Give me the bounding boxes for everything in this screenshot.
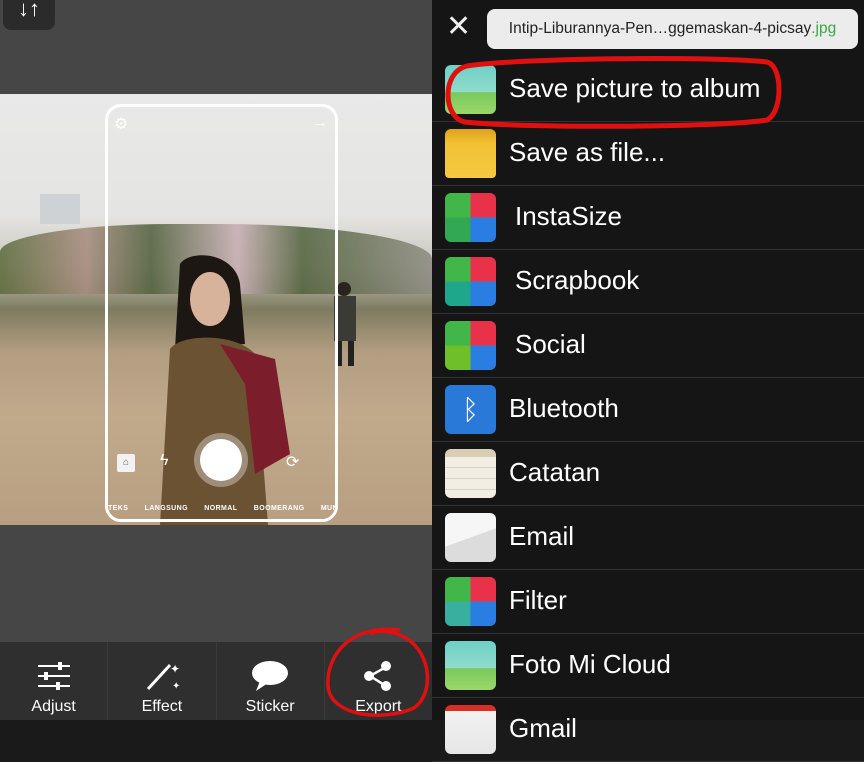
list-item-label: Social [515, 329, 586, 359]
mode-item[interactable]: TEKS [108, 505, 128, 512]
speech-bubble-icon [250, 654, 290, 698]
flash-icon[interactable]: ϟ [160, 452, 168, 470]
camera-modes: TEKS LANGSUNG NORMAL BOOMERANG MUN [108, 505, 338, 512]
export-label: Export [355, 698, 402, 715]
sticker-button[interactable]: Sticker [217, 642, 325, 720]
bluetooth-icon: ᛒ [445, 385, 496, 434]
save-as-file-item[interactable]: Save as file... [432, 122, 864, 186]
list-item-label: Scrapbook [515, 265, 640, 295]
list-item-label: Foto Mi Cloud [509, 649, 671, 679]
mode-item[interactable]: BOOMERANG [254, 505, 305, 512]
picsay-filter-icon [445, 577, 496, 626]
list-item-label: Filter [509, 585, 567, 615]
catatan-item[interactable]: Catatan [432, 442, 864, 506]
svg-text:✦: ✦ [172, 681, 180, 692]
list-item-label: Bluetooth [509, 393, 619, 423]
gallery-thumb-icon[interactable]: ⌂ [117, 454, 135, 472]
adjust-label: Adjust [31, 698, 76, 715]
share-icon [361, 654, 395, 698]
bluetooth-item[interactable]: ᛒ Bluetooth [432, 378, 864, 442]
sticker-label: Sticker [245, 698, 295, 715]
gmail-icon [445, 705, 496, 754]
email-item[interactable]: Email [432, 506, 864, 570]
bottom-toolbar: Adjust ✦ ✦ Effect Sticker Export [0, 642, 432, 720]
share-target-list: Save picture to album Save as file... In… [432, 58, 864, 762]
building-shape [40, 194, 80, 224]
social-item[interactable]: Social [432, 314, 864, 378]
export-sheet: ✕ Intip-Liburannya-Pen…ggemaskan-4-picsa… [432, 0, 864, 762]
scrapbook-item[interactable]: Scrapbook [432, 250, 864, 314]
mode-item[interactable]: LANGSUNG [145, 505, 188, 512]
email-icon [445, 513, 496, 562]
mi-cloud-item[interactable]: Foto Mi Cloud [432, 634, 864, 698]
gallery-icon [445, 65, 496, 114]
effect-label: Effect [141, 698, 183, 715]
picsay-scrapbook-icon [445, 257, 496, 306]
list-item-label: InstaSize [515, 201, 622, 231]
filename-extension: .jpg [811, 20, 837, 37]
list-item-label: Catatan [509, 457, 601, 487]
effect-button[interactable]: ✦ ✦ Effect [108, 642, 217, 720]
filter-item[interactable]: Filter [432, 570, 864, 634]
list-item-label: Gmail [509, 713, 577, 743]
instasize-item[interactable]: InstaSize [432, 186, 864, 250]
mode-item[interactable]: MUN [321, 505, 338, 512]
svg-text:✦: ✦ [170, 662, 180, 676]
arrow-right-icon[interactable]: → [312, 114, 328, 132]
shutter-button[interactable] [200, 439, 242, 481]
folder-icon [445, 129, 496, 178]
filename-text: Intip-Liburannya-Pen…ggemaskan-4-picsay [508, 20, 812, 37]
list-item-label: Save picture to album [509, 73, 761, 103]
magic-wand-icon: ✦ ✦ [142, 654, 182, 698]
settings-gear-icon[interactable]: ⚙ [114, 114, 128, 134]
picsay-social-icon [445, 321, 496, 370]
filename-field: Intip-Liburannya-Pen…ggemaskan-4-picsay.… [487, 9, 858, 49]
notes-icon [445, 449, 496, 498]
save-to-album-item[interactable]: Save picture to album [432, 58, 864, 122]
list-item-label: Save as file... [509, 137, 666, 167]
adjust-button[interactable]: Adjust [0, 642, 109, 720]
mi-cloud-gallery-icon [445, 641, 496, 690]
picsay-instasize-icon [445, 193, 496, 242]
list-item-label: Email [509, 521, 575, 551]
flip-camera-icon[interactable]: ⟳ [286, 452, 299, 472]
rotate-arrows-icon[interactable]: ↓↑ [3, 0, 55, 30]
photo-editor-panel: ↓↑ ⚙ → ⌂ ϟ ⟳ TEKS LANGSUNG NORMAL BOOMER… [0, 0, 432, 720]
gmail-item[interactable]: Gmail [432, 698, 864, 762]
close-icon[interactable]: ✕ [446, 12, 471, 42]
export-button[interactable]: Export [325, 642, 432, 720]
sliders-icon [36, 654, 72, 698]
mode-item[interactable]: NORMAL [204, 505, 237, 512]
sheet-header: ✕ Intip-Liburannya-Pen…ggemaskan-4-picsa… [432, 0, 864, 58]
